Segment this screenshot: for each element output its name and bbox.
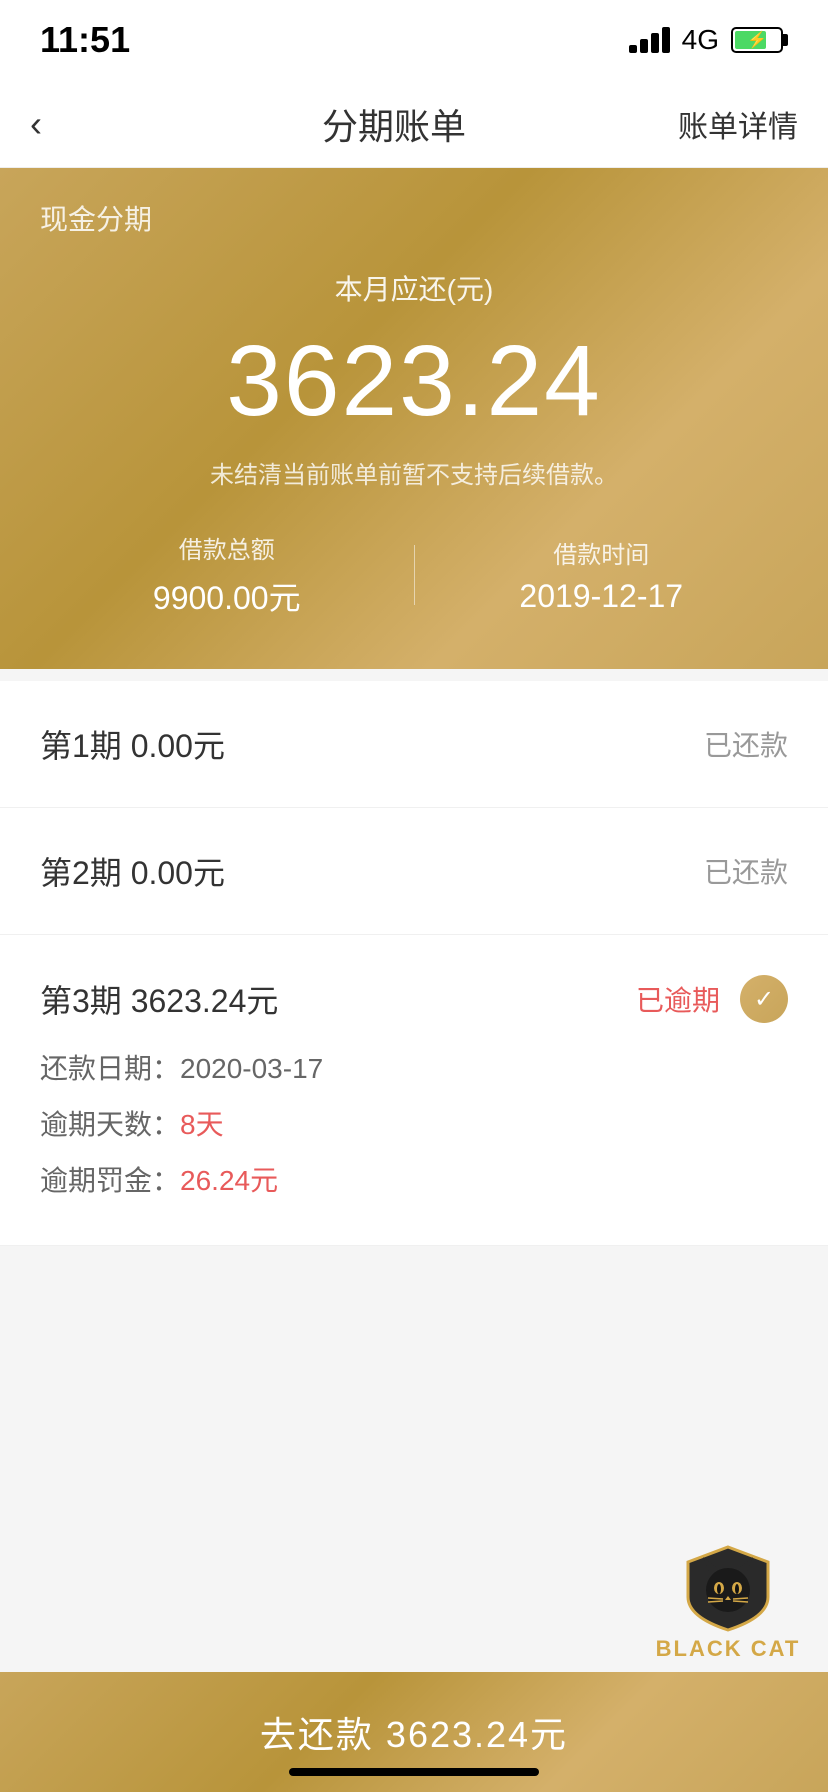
period-1: 第1期 0.00元 [40, 721, 225, 767]
installment-row-2[interactable]: 第2期 0.00元 已还款 [0, 808, 828, 935]
overdue-days-row: 逾期天数： 8天 [40, 1103, 788, 1143]
status-1: 已还款 [704, 724, 788, 764]
status-2: 已还款 [704, 851, 788, 891]
signal-icon [629, 27, 670, 53]
overdue-days-label: 逾期天数： [40, 1103, 180, 1143]
home-indicator [289, 1768, 539, 1776]
black-cat-watermark: BLACK CAT [628, 1512, 828, 1662]
loan-total-label: 借款总额 [40, 530, 414, 565]
network-label: 4G [682, 24, 719, 56]
overdue-check-icon: ✓ [740, 975, 788, 1023]
installment-row-3[interactable]: 第3期 3623.24元 已逾期 ✓ 还款日期：2020-03-17 逾期天数：… [0, 935, 828, 1246]
repay-date-text: 还款日期：2020-03-17 [40, 1047, 323, 1087]
row-3-right: 已逾期 ✓ [636, 975, 788, 1023]
overdue-fine-row: 逾期罚金： 26.24元 [40, 1159, 788, 1199]
installment-list: 第1期 0.00元 已还款 第2期 0.00元 已还款 第3期 3623.24元… [0, 681, 828, 1246]
main-amount: 3623.24 [40, 324, 788, 439]
repay-date-row: 还款日期：2020-03-17 [40, 1047, 788, 1087]
status-icons: 4G ⚡ [629, 24, 788, 56]
amount-label: 本月应还(元) [40, 268, 788, 308]
nav-bar: ‹ 分期账单 账单详情 [0, 80, 828, 168]
black-cat-logo-icon [673, 1542, 783, 1632]
installment-row-1[interactable]: 第1期 0.00元 已还款 [0, 681, 828, 808]
loan-total-value: 9900.00元 [40, 573, 414, 619]
loan-date-label: 借款时间 [415, 535, 789, 570]
detail-button[interactable]: 账单详情 [678, 102, 798, 146]
loan-date-item: 借款时间 2019-12-17 [415, 535, 789, 615]
black-cat-text: BLACK CAT [656, 1636, 801, 1662]
installment-3-detail: 还款日期：2020-03-17 逾期天数： 8天 逾期罚金： 26.24元 [40, 1047, 788, 1215]
overdue-fine-label: 逾期罚金： [40, 1159, 180, 1199]
status-bar: 11:51 4G ⚡ [0, 0, 828, 80]
overdue-fine-value: 26.24元 [180, 1159, 278, 1199]
loan-total-item: 借款总额 9900.00元 [40, 530, 414, 619]
pay-button-label[interactable]: 去还款 3623.24元 [260, 1706, 568, 1758]
overdue-days-value: 8天 [180, 1103, 224, 1143]
amount-notice: 未结清当前账单前暂不支持后续借款。 [40, 455, 788, 490]
loan-date-value: 2019-12-17 [415, 578, 789, 615]
status-time: 11:51 [40, 19, 130, 61]
status-3: 已逾期 [636, 979, 720, 1019]
loan-info: 借款总额 9900.00元 借款时间 2019-12-17 [40, 530, 788, 619]
section-label: 现金分期 [40, 198, 788, 238]
period-2: 第2期 0.00元 [40, 848, 225, 894]
back-button[interactable]: ‹ [30, 103, 110, 145]
header-card: 现金分期 本月应还(元) 3623.24 未结清当前账单前暂不支持后续借款。 借… [0, 168, 828, 669]
page-title: 分期账单 [322, 98, 466, 150]
battery-icon: ⚡ [731, 27, 788, 53]
installment-row-3-header: 第3期 3623.24元 已逾期 ✓ [40, 975, 788, 1023]
period-3: 第3期 3623.24元 [40, 976, 278, 1022]
